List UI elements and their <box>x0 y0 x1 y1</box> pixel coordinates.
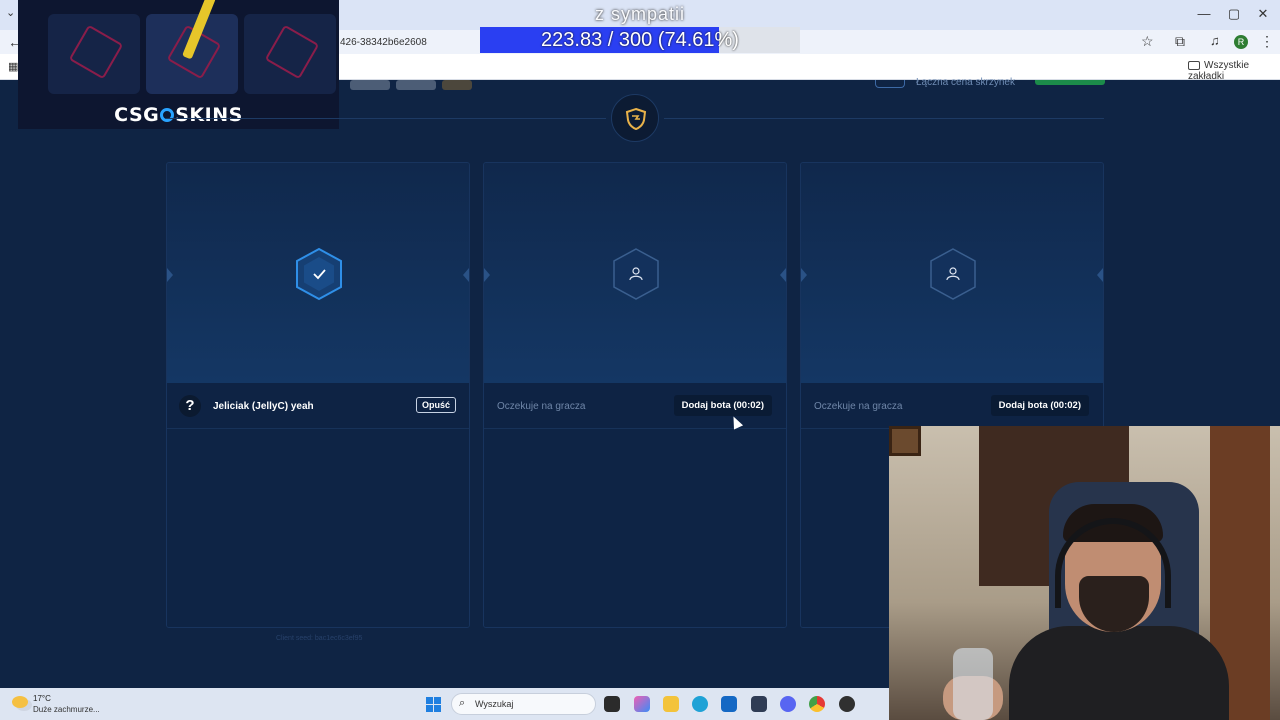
edge-icon[interactable] <box>692 696 708 712</box>
battle-slot-2: Oczekuje na gracza Dodaj bota (00:02) <box>483 162 787 628</box>
wall-picture <box>889 426 921 456</box>
apps-grid-icon[interactable]: ▦ <box>8 60 18 73</box>
slot-header <box>484 163 786 383</box>
csgoskins-logo: CSG SKINS <box>114 104 243 126</box>
client-seed-text: Client seed: bac1ec6c3ef95 <box>276 635 363 642</box>
slot-items-area <box>484 429 786 627</box>
task-view-icon[interactable] <box>604 696 620 712</box>
windows-start-icon[interactable] <box>426 697 441 712</box>
leave-button[interactable]: Opuść <box>415 397 456 413</box>
water-bottle <box>953 648 993 720</box>
case-strip: Łączna cena skrzynek <box>340 77 1120 92</box>
shield-icon <box>625 107 647 131</box>
outlook-icon[interactable] <box>721 696 737 712</box>
maximize-icon[interactable]: ▢ <box>1225 6 1243 22</box>
stream-goal-title: z sympatii <box>594 4 685 24</box>
streamer-body <box>1009 626 1229 720</box>
player-name: Jeliciak (JellyC) yeah <box>213 401 314 412</box>
case-thumbnail <box>396 80 436 90</box>
user-placeholder-icon <box>613 248 659 300</box>
folder-icon[interactable] <box>663 696 679 712</box>
ready-check-icon <box>296 247 342 301</box>
add-bot-button[interactable]: Dodaj bota (00:02) <box>673 395 772 416</box>
taskbar-search[interactable]: ⌕ Wyszukaj <box>451 693 596 715</box>
extensions-icon[interactable]: ⧉ <box>1175 33 1185 50</box>
windows-taskbar: 17°C Duże zachmurze... ⌕ Wyszukaj <box>0 688 889 720</box>
arrow-left-icon <box>167 268 173 282</box>
total-case-price-label: Łączna cena skrzynek <box>916 77 1015 88</box>
arrow-left-icon <box>484 268 490 282</box>
user-placeholder-icon <box>930 248 976 300</box>
url-text[interactable]: 426-38342b6e2608 <box>340 37 427 48</box>
search-icon: ⌕ <box>459 697 466 709</box>
arrow-right-icon <box>463 268 469 282</box>
battle-slot-1: ? Jeliciak (JellyC) yeah Opuść <box>166 162 470 628</box>
case-thumbnail <box>442 80 472 90</box>
folder-icon <box>1188 60 1200 70</box>
search-placeholder: Wyszukaj <box>475 699 514 709</box>
weather-temperature[interactable]: 17°C <box>33 694 51 703</box>
fairness-shield-badge[interactable] <box>611 94 659 142</box>
arrow-right-icon <box>780 268 786 282</box>
skin-card <box>48 14 140 94</box>
all-bookmarks-folder[interactable]: Wszystkie zakładki <box>1188 60 1280 82</box>
hex-frame-icon <box>68 24 124 80</box>
divider-right <box>664 118 1104 119</box>
divider-left <box>166 118 606 119</box>
slot-header <box>801 163 1103 383</box>
stream-goal-text: 223.83 / 300 (74.61%) <box>541 29 739 51</box>
chrome-icon[interactable] <box>809 696 825 712</box>
tab-search-chevron-icon[interactable]: ⌄ <box>6 6 15 19</box>
copilot-icon[interactable] <box>634 696 650 712</box>
slot-header <box>167 163 469 383</box>
browser-menu-icon[interactable]: ⋮ <box>1260 33 1274 50</box>
arrow-left-icon <box>801 268 807 282</box>
player-avatar: ? <box>179 395 201 417</box>
close-icon[interactable]: ✕ <box>1254 6 1272 22</box>
case-thumbnail <box>350 80 390 90</box>
media-controls-icon[interactable]: ♫ <box>1210 33 1220 48</box>
green-action-button[interactable] <box>1035 80 1105 85</box>
stream-goal-bar: 223.83 / 300 (74.61%) <box>480 27 800 53</box>
bookmark-star-icon[interactable]: ☆ <box>1141 33 1154 50</box>
store-icon[interactable] <box>751 696 767 712</box>
weather-cloud-icon[interactable] <box>12 696 28 708</box>
logo-o-icon <box>160 108 175 122</box>
slot-player-row: Oczekuje na gracza Dodaj bota (00:02) <box>801 383 1103 429</box>
obs-icon[interactable] <box>839 696 855 712</box>
weather-description[interactable]: Duże zachmurze... <box>33 705 100 714</box>
waiting-status: Oczekuje na gracza <box>814 401 903 412</box>
profile-avatar[interactable]: R <box>1234 35 1248 49</box>
arrow-right-icon <box>1097 268 1103 282</box>
hex-frame-icon <box>264 24 320 80</box>
skin-card <box>244 14 336 94</box>
add-bot-button[interactable]: Dodaj bota (00:02) <box>990 395 1089 416</box>
sponsor-overlay: CSG SKINS <box>18 0 339 129</box>
price-box <box>875 80 905 88</box>
minimize-icon[interactable]: — <box>1195 6 1213 21</box>
webcam-overlay <box>889 426 1280 720</box>
waiting-status: Oczekuje na gracza <box>497 401 586 412</box>
slot-items-area <box>167 429 469 627</box>
discord-icon[interactable] <box>780 696 796 712</box>
slot-player-row: ? Jeliciak (JellyC) yeah Opuść <box>167 383 469 429</box>
